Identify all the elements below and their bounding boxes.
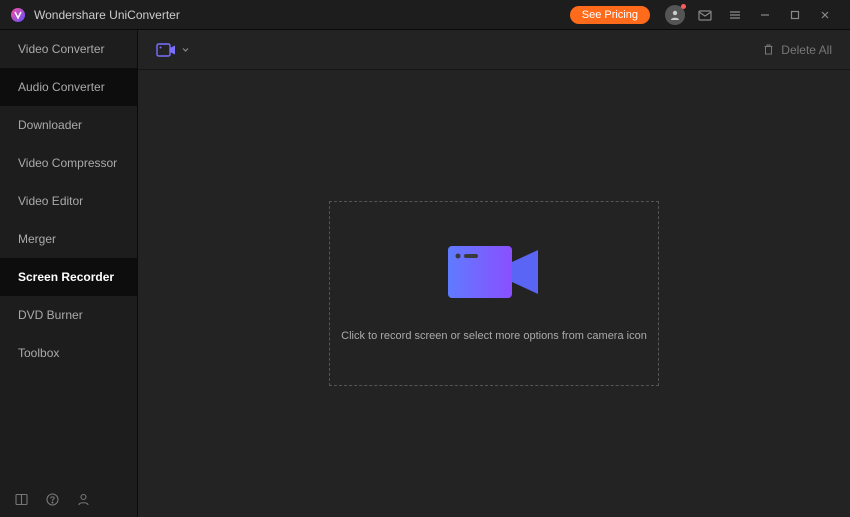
sidebar-items: Video Converter Audio Converter Download… <box>0 30 137 482</box>
sidebar-item-label: Audio Converter <box>18 80 105 94</box>
sidebar-item-label: Toolbox <box>18 346 59 360</box>
sidebar-item-label: Video Converter <box>18 42 105 56</box>
content-toolbar: Delete All <box>138 30 850 70</box>
chevron-down-icon <box>181 45 190 54</box>
record-mode-dropdown[interactable] <box>156 42 190 58</box>
sidebar-item-video-converter[interactable]: Video Converter <box>0 30 137 68</box>
minimize-icon[interactable] <box>753 3 777 27</box>
sidebar-item-screen-recorder[interactable]: Screen Recorder <box>0 258 137 296</box>
sidebar-footer <box>0 482 137 517</box>
sidebar-item-label: Merger <box>18 232 56 246</box>
sidebar-item-merger[interactable]: Merger <box>0 220 137 258</box>
sidebar-item-audio-converter[interactable]: Audio Converter <box>0 68 137 106</box>
notification-dot-icon <box>681 4 686 9</box>
workspace: Click to record screen or select more op… <box>138 70 850 517</box>
content-area: Delete All <box>138 30 850 517</box>
sidebar-item-dvd-burner[interactable]: DVD Burner <box>0 296 137 334</box>
sidebar-item-label: Video Compressor <box>18 156 117 170</box>
sidebar-item-label: DVD Burner <box>18 308 83 322</box>
sidebar-item-label: Downloader <box>18 118 82 132</box>
close-icon[interactable] <box>813 3 837 27</box>
sidebar-item-toolbox[interactable]: Toolbox <box>0 334 137 372</box>
sidebar: Video Converter Audio Converter Download… <box>0 30 138 517</box>
app-logo-icon <box>10 7 26 23</box>
delete-all-button[interactable]: Delete All <box>762 43 832 57</box>
mail-icon[interactable] <box>693 3 717 27</box>
sidebar-item-video-compressor[interactable]: Video Compressor <box>0 144 137 182</box>
record-dropzone[interactable]: Click to record screen or select more op… <box>329 201 659 386</box>
camera-icon <box>448 246 540 304</box>
delete-all-label: Delete All <box>781 43 832 57</box>
sidebar-item-downloader[interactable]: Downloader <box>0 106 137 144</box>
sidebar-item-video-editor[interactable]: Video Editor <box>0 182 137 220</box>
maximize-icon[interactable] <box>783 3 807 27</box>
sidebar-item-label: Video Editor <box>18 194 83 208</box>
menu-icon[interactable] <box>723 3 747 27</box>
dropzone-instruction: Click to record screen or select more op… <box>341 330 647 342</box>
account-icon[interactable] <box>663 3 687 27</box>
trash-icon <box>762 43 775 56</box>
contact-icon[interactable] <box>76 492 91 507</box>
tutorial-icon[interactable] <box>14 492 29 507</box>
app-title: Wondershare UniConverter <box>34 8 570 22</box>
help-icon[interactable] <box>45 492 60 507</box>
titlebar: Wondershare UniConverter See Pricing <box>0 0 850 30</box>
see-pricing-button[interactable]: See Pricing <box>570 6 650 24</box>
sidebar-item-label: Screen Recorder <box>18 270 114 284</box>
main-area: Video Converter Audio Converter Download… <box>0 30 850 517</box>
